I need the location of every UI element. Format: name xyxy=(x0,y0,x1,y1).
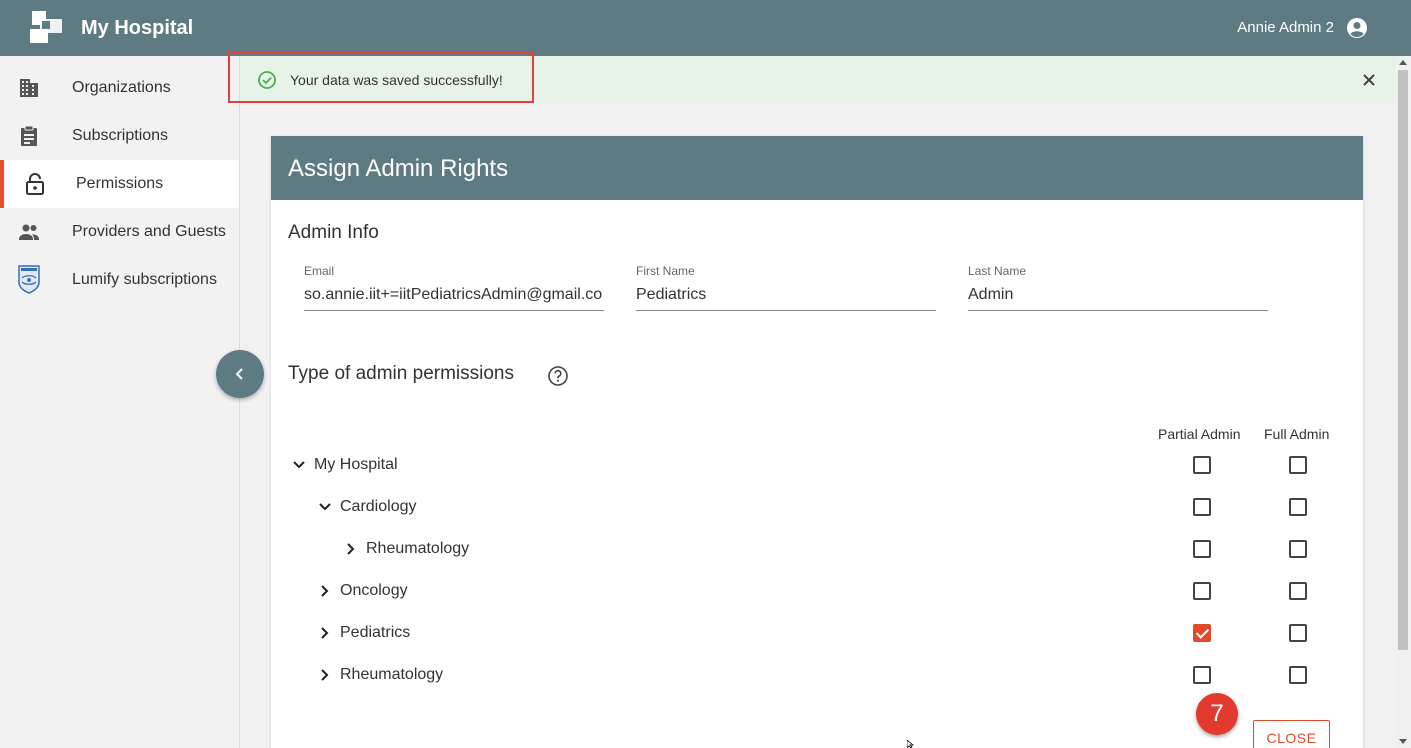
lock-icon xyxy=(26,173,44,195)
chevron-down-icon[interactable] xyxy=(315,497,335,517)
full-admin-checkbox[interactable] xyxy=(1289,540,1307,558)
full-admin-checkbox[interactable] xyxy=(1289,456,1307,474)
tree-row-oncology: Oncology xyxy=(271,578,1331,608)
sidebar-item-label: Lumify subscriptions xyxy=(72,271,217,288)
tree-row-rheumatology-sub: Rheumatology xyxy=(271,536,1331,566)
email-label: Email xyxy=(304,264,335,278)
highlight-annotation xyxy=(228,51,534,103)
close-icon[interactable] xyxy=(1357,68,1381,92)
sidebar-item-label: Permissions xyxy=(76,175,164,192)
philips-shield-icon xyxy=(18,265,40,294)
partial-admin-checkbox[interactable] xyxy=(1193,498,1211,516)
tree-row-rheumatology: Rheumatology xyxy=(271,662,1331,692)
last-name-label: Last Name xyxy=(968,264,1027,278)
hospital-logo-icon[interactable] xyxy=(28,9,66,47)
chevron-down-icon[interactable] xyxy=(289,455,309,475)
assign-admin-rights-card: Assign Admin Rights Admin Info Email so.… xyxy=(271,136,1363,748)
email-field[interactable]: Email so.annie.iit+=iitPediatricsAdmin@g… xyxy=(304,264,604,311)
tree-label: Pediatrics xyxy=(340,624,411,641)
collapse-sidebar-button[interactable] xyxy=(216,350,264,398)
scroll-thumb[interactable] xyxy=(1398,70,1408,650)
partial-admin-checkbox[interactable] xyxy=(1193,582,1211,600)
scroll-down-arrow-icon[interactable] xyxy=(1399,739,1407,744)
user-name[interactable]: Annie Admin 2 xyxy=(1237,19,1334,36)
tree-label: Rheumatology xyxy=(340,666,444,683)
full-admin-column-header: Full Admin xyxy=(1264,426,1330,442)
building-icon xyxy=(20,79,38,97)
tree-label: Cardiology xyxy=(340,498,417,515)
app-title[interactable]: My Hospital xyxy=(81,17,193,40)
full-admin-checkbox[interactable] xyxy=(1289,666,1307,684)
admin-info-heading: Admin Info xyxy=(288,222,379,243)
sidebar-item-label: Organizations xyxy=(72,79,171,96)
account-circle-icon[interactable] xyxy=(1345,16,1369,40)
partial-admin-checkbox[interactable] xyxy=(1193,456,1211,474)
tree-label: Oncology xyxy=(340,582,408,599)
first-name-input[interactable]: Pediatrics xyxy=(636,286,936,311)
email-input[interactable]: so.annie.iit+=iitPediatricsAdmin@gmail.c… xyxy=(304,286,604,311)
chevron-right-icon[interactable] xyxy=(315,623,335,643)
sidebar-item-providers-and-guests[interactable]: Providers and Guests xyxy=(0,208,239,256)
tree-row-pediatrics: Pediatrics xyxy=(271,620,1331,650)
last-name-input[interactable]: Admin xyxy=(968,286,1268,311)
full-admin-checkbox[interactable] xyxy=(1289,582,1307,600)
full-admin-checkbox[interactable] xyxy=(1289,624,1307,642)
tree-label: Rheumatology xyxy=(366,540,470,557)
sidebar-item-lumify-subscriptions[interactable]: Lumify subscriptions xyxy=(0,256,239,304)
chevron-right-icon[interactable] xyxy=(315,665,335,685)
full-admin-checkbox[interactable] xyxy=(1289,498,1307,516)
first-name-field[interactable]: First Name Pediatrics xyxy=(636,264,936,311)
tree-row-my-hospital: My Hospital xyxy=(271,452,1331,482)
top-app-bar: My Hospital Annie Admin 2 xyxy=(0,0,1411,56)
last-name-field[interactable]: Last Name Admin xyxy=(968,264,1268,311)
partial-admin-column-header: Partial Admin xyxy=(1158,426,1241,442)
sidebar-item-subscriptions[interactable]: Subscriptions xyxy=(0,112,239,160)
chevron-right-icon[interactable] xyxy=(315,581,335,601)
sidebar-item-organizations[interactable]: Organizations xyxy=(0,64,239,112)
partial-admin-checkbox[interactable] xyxy=(1193,666,1211,684)
step-number-badge: 7 xyxy=(1196,693,1238,735)
scroll-up-arrow-icon[interactable] xyxy=(1399,60,1407,65)
close-button[interactable]: CLOSE xyxy=(1253,720,1330,748)
people-icon xyxy=(19,224,39,240)
tree-row-cardiology: Cardiology xyxy=(271,494,1331,524)
sidebar-item-label: Subscriptions xyxy=(72,127,169,144)
chevron-left-icon xyxy=(235,368,243,380)
tree-label: My Hospital xyxy=(314,456,398,473)
partial-admin-checkbox[interactable] xyxy=(1193,624,1211,642)
sidebar-item-permissions[interactable]: Permissions xyxy=(0,160,239,208)
card-title: Assign Admin Rights xyxy=(271,136,1363,200)
chevron-right-icon[interactable] xyxy=(341,539,361,559)
sidebar: Organizations Subscriptions Permissions … xyxy=(0,56,240,748)
clipboard-icon xyxy=(21,125,37,146)
permissions-heading: Type of admin permissions xyxy=(288,363,514,384)
sidebar-item-label: Providers and Guests xyxy=(72,223,226,240)
help-circle-icon[interactable] xyxy=(547,365,569,387)
mouse-cursor-icon xyxy=(907,740,915,748)
partial-admin-checkbox[interactable] xyxy=(1193,540,1211,558)
first-name-label: First Name xyxy=(636,264,695,278)
vertical-scrollbar[interactable] xyxy=(1395,56,1411,748)
